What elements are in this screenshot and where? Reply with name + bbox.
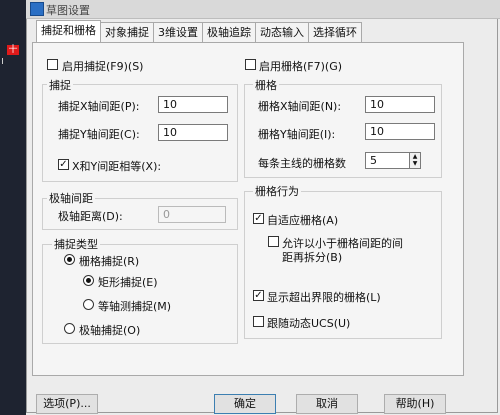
beyond-limits-label: 显示超出界限的栅格(L) — [267, 291, 381, 304]
grid-x-label: 栅格X轴间距(N): — [258, 100, 342, 113]
major-line-input[interactable]: 5 — [365, 152, 410, 169]
tab-bar: 捕捉和栅格 对象捕捉 3维设置 极轴追踪 动态输入 选择循环 — [36, 20, 362, 42]
snap-y-label: 捕捉Y轴间距(C): — [58, 128, 140, 141]
grid-x-spacing-input[interactable]: 10 — [365, 96, 435, 113]
help-button[interactable]: 帮助(H) — [384, 394, 446, 414]
major-line-label: 每条主线的栅格数 — [258, 157, 346, 170]
grid-behavior-title: 栅格行为 — [253, 183, 301, 199]
ok-button[interactable]: 确定 — [214, 394, 276, 414]
enable-snap-label: 启用捕捉(F9)(S) — [62, 60, 144, 73]
polar-snap-radio[interactable] — [64, 323, 75, 334]
crosshair-marker-icon: 十 — [7, 45, 19, 55]
equal-spacing-checkbox[interactable] — [58, 159, 69, 170]
subdivide-label-line2: 距再拆分(B) — [282, 251, 343, 264]
cancel-button[interactable]: 取消 — [296, 394, 358, 414]
enable-grid-checkbox[interactable] — [245, 59, 256, 70]
title-bar[interactable] — [26, 0, 500, 19]
tab-object-snap[interactable]: 对象捕捉 — [100, 22, 154, 42]
polar-distance-input[interactable]: 0 — [158, 206, 226, 223]
isometric-snap-label: 等轴测捕捉(M) — [98, 300, 172, 313]
follow-ucs-checkbox[interactable] — [253, 316, 264, 327]
equal-spacing-label: X和Y间距相等(X): — [72, 160, 162, 173]
isometric-snap-radio[interactable] — [83, 299, 94, 310]
major-line-spinner-icon[interactable]: ▲ ▼ — [410, 152, 421, 169]
snap-group-title: 捕捉 — [47, 77, 73, 93]
tab-3d-settings[interactable]: 3维设置 — [153, 22, 203, 42]
grid-y-spacing-input[interactable]: 10 — [365, 123, 435, 140]
beyond-limits-checkbox[interactable] — [253, 290, 264, 301]
snap-x-spacing-input[interactable]: 10 — [158, 96, 228, 113]
enable-grid-label: 启用栅格(F7)(G) — [259, 60, 343, 73]
tab-snap-and-grid[interactable]: 捕捉和栅格 — [36, 20, 101, 42]
snap-y-spacing-input[interactable]: 10 — [158, 124, 228, 141]
tab-dynamic-input[interactable]: 动态输入 — [255, 22, 309, 42]
polar-spacing-title: 极轴间距 — [47, 190, 95, 206]
adaptive-grid-checkbox[interactable] — [253, 213, 264, 224]
grid-group-title: 栅格 — [253, 77, 279, 93]
enable-snap-checkbox[interactable] — [47, 59, 58, 70]
app-icon — [30, 2, 44, 16]
polar-snap-label: 极轴捕捉(O) — [79, 324, 141, 337]
options-button[interactable]: 选项(P)... — [36, 394, 98, 414]
grid-snap-radio[interactable] — [64, 254, 75, 265]
cursor-tick-icon — [2, 58, 11, 64]
rectangular-snap-label: 矩形捕捉(E) — [98, 276, 158, 289]
snap-type-title: 捕捉类型 — [52, 236, 100, 252]
grid-y-label: 栅格Y轴间距(I): — [258, 128, 336, 141]
adaptive-grid-label: 自适应栅格(A) — [267, 214, 339, 227]
snap-x-label: 捕捉X轴间距(P): — [58, 100, 140, 113]
follow-ucs-label: 跟随动态UCS(U) — [267, 317, 351, 330]
polar-distance-label: 极轴距离(D): — [58, 210, 123, 223]
grid-snap-label: 栅格捕捉(R) — [79, 255, 140, 268]
subdivide-checkbox[interactable] — [268, 236, 279, 247]
window-title: 草图设置 — [46, 4, 90, 17]
tab-polar-tracking[interactable]: 极轴追踪 — [202, 22, 256, 42]
rectangular-snap-radio[interactable] — [83, 275, 94, 286]
tab-selection-cycling[interactable]: 选择循环 — [308, 22, 362, 42]
